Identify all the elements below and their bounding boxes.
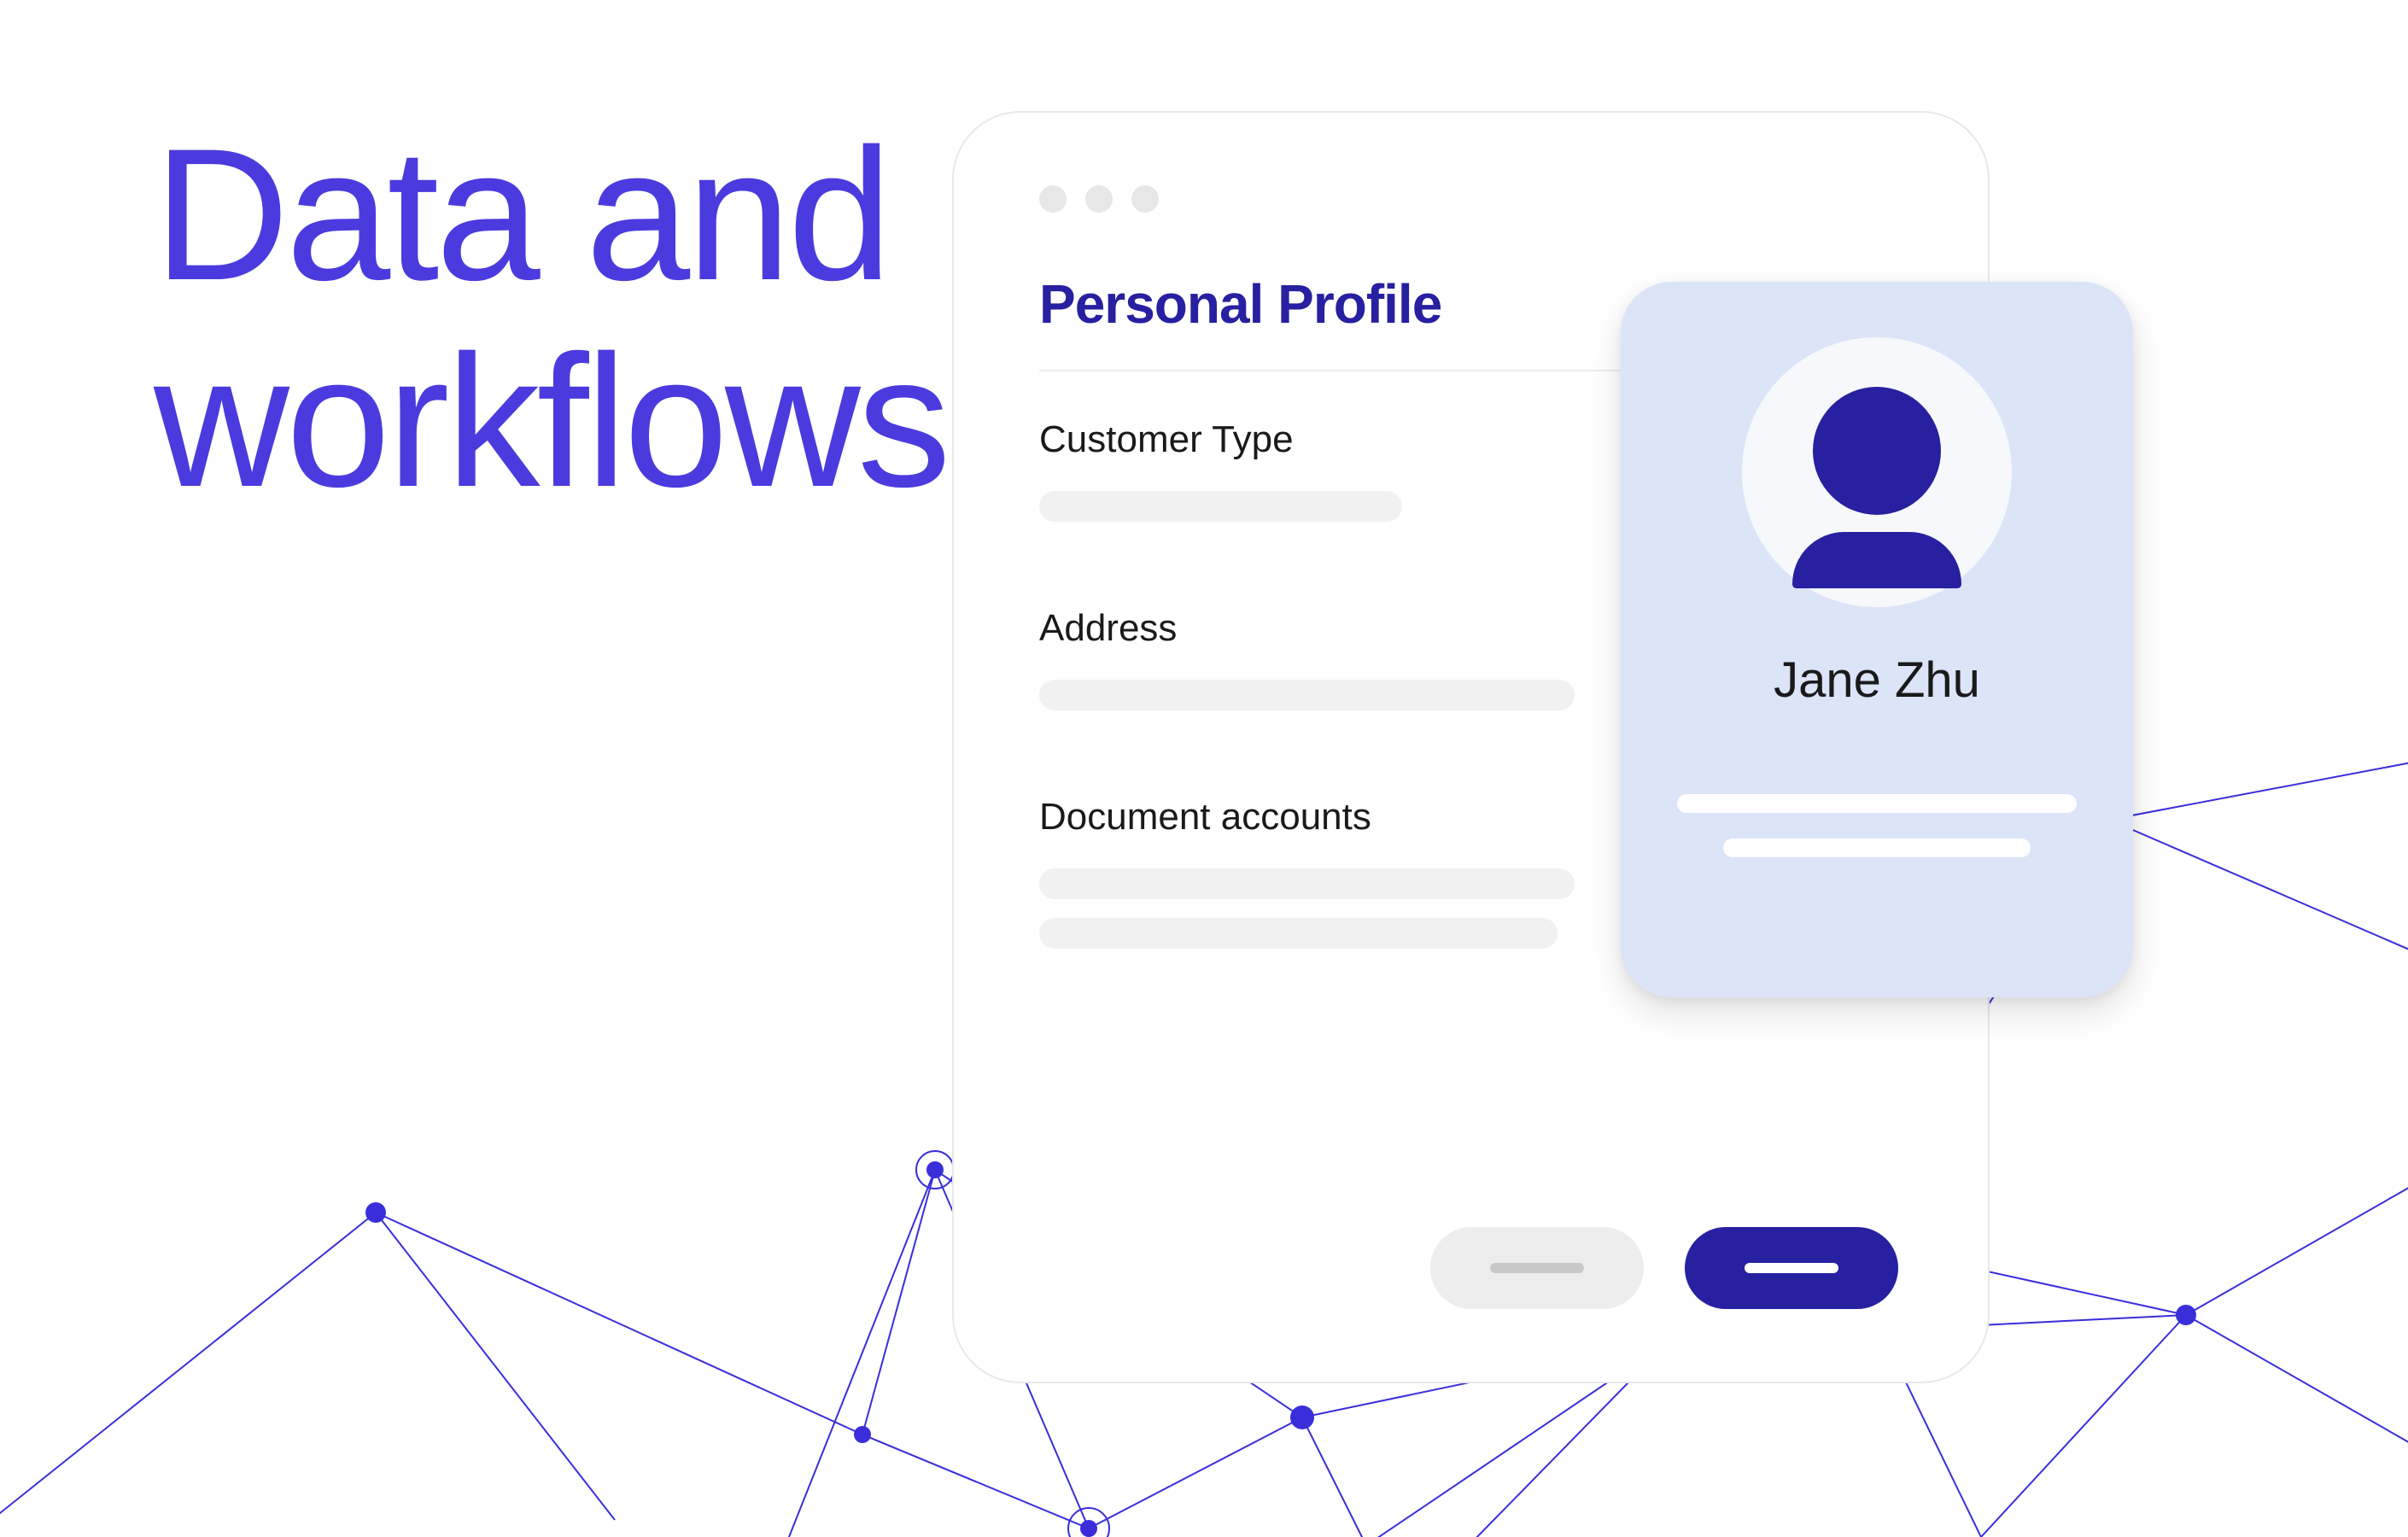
document-accounts-input-2[interactable] [1039,918,1558,949]
profile-card: Jane Zhu [1621,282,2133,997]
page-headline: Data and workflows [154,111,948,524]
action-buttons [1430,1227,1898,1309]
secondary-button[interactable] [1430,1227,1644,1309]
headline-line-2: workflows [154,318,948,524]
avatar-icon [1742,337,2012,607]
address-input[interactable] [1039,680,1575,710]
document-accounts-input-1[interactable] [1039,868,1575,899]
profile-name: Jane Zhu [1774,652,1980,709]
primary-button[interactable] [1685,1227,1898,1309]
customer-type-input[interactable] [1039,491,1402,522]
profile-card-lines [1621,794,2133,857]
headline-line-1: Data and [154,111,948,318]
window-controls-icon [1039,185,1902,213]
